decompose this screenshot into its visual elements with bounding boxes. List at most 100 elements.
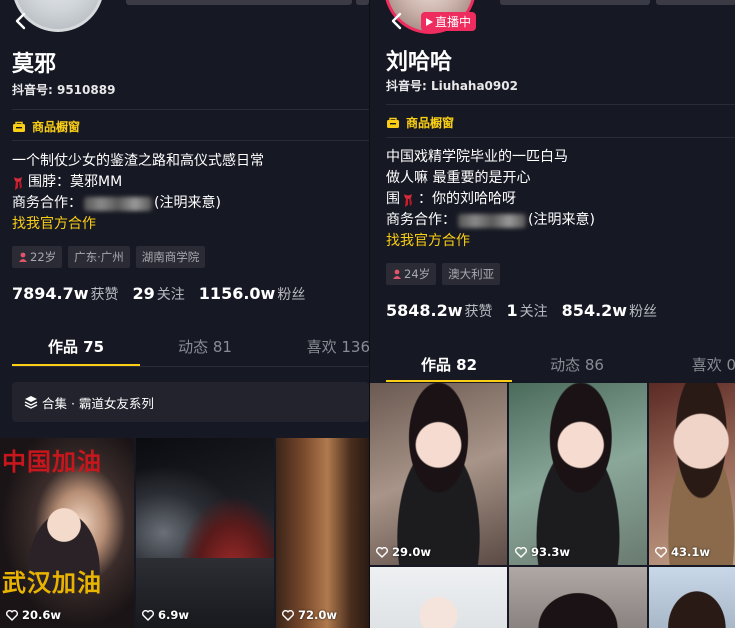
shop-window-link[interactable]: 商品橱窗 — [386, 114, 454, 131]
bio-weibo-prefix: 围 — [386, 191, 400, 207]
stat-likes-label: 获赞 — [464, 304, 493, 320]
official-cooperation-link[interactable]: 找我官方合作 — [12, 214, 264, 235]
stat-likes-label: 获赞 — [90, 287, 119, 303]
stat-followers[interactable]: 854.2w 粉丝 — [562, 301, 657, 321]
overlay-text-top: 中国加油 — [2, 447, 102, 476]
thumb-likes: 72.0w — [282, 608, 337, 622]
official-cooperation-link[interactable]: 找我官方合作 — [386, 231, 595, 252]
video-thumb[interactable]: 72.0w — [276, 438, 369, 628]
tag-age-label: 22岁 — [30, 250, 57, 264]
stat-following-label: 关注 — [519, 304, 548, 320]
right-profile-panel: 直播中 刘哈哈 抖音号: Liuhaha0902 商品橱窗 中国戏精学院毕业的一… — [369, 0, 735, 628]
tag-age: 24岁 — [386, 263, 437, 285]
stat-followers-num: 854.2w — [561, 301, 628, 320]
gender-female-icon — [19, 252, 27, 262]
stat-likes-num: 7894.7w — [12, 284, 89, 303]
video-thumb[interactable]: 93.3w — [509, 383, 647, 565]
video-thumb[interactable] — [370, 567, 507, 628]
profile-name: 刘哈哈 — [386, 50, 453, 75]
tab-moments[interactable]: 动态 81 — [140, 336, 270, 357]
thumb-likes: 93.3w — [515, 545, 570, 559]
bio-line: 做人嘛 最重要的是开心 — [386, 170, 531, 186]
live-play-icon — [426, 17, 433, 26]
stat-following-num: 29 — [132, 284, 155, 303]
thumb-likes: 20.6w — [6, 608, 61, 622]
tag-age: 22岁 — [12, 246, 63, 268]
layers-icon — [24, 396, 38, 409]
stat-likes-num: 5848.2w — [386, 301, 463, 320]
bio-line: 商务合作： (注明来意) — [386, 210, 595, 231]
redacted-contact — [458, 213, 526, 228]
bio: 一个制仗少女的鉴渣之路和高仪式感日常 围脖：莫邪MM 商务合作： (注明来意) … — [12, 151, 264, 235]
tab-likes[interactable]: 喜欢 0 — [642, 354, 735, 375]
bio-line: 中国戏精学院毕业的一匹白马 — [386, 149, 568, 165]
tab-likes[interactable]: 喜欢 136 — [270, 336, 369, 357]
content-tabs: 作品 82 动态 86 喜欢 0 — [386, 354, 735, 375]
bio-business-prefix: 商务合作： — [12, 195, 82, 211]
live-badge-label: 直播中 — [435, 15, 472, 29]
tab-moments[interactable]: 动态 86 — [512, 354, 642, 375]
thumb-likes: 29.0w — [376, 545, 431, 559]
left-profile-panel: 莫邪 抖音号: 9510889 商品橱窗 一个制仗少女的鉴渣之路和高仪式感日常 … — [0, 0, 369, 628]
back-button[interactable] — [386, 10, 408, 32]
shop-window-label: 商品橱窗 — [32, 120, 81, 134]
divider — [12, 366, 369, 367]
redacted-contact — [84, 196, 152, 211]
heart-icon — [655, 546, 667, 558]
bio-line: 围 ：你的刘哈哈呀 — [386, 189, 595, 210]
bio-business-suffix: (注明来意) — [528, 212, 595, 228]
stats-row: 7894.7w 获赞 29 关注 1156.0w 粉丝 — [12, 284, 305, 304]
stat-following[interactable]: 29 关注 — [133, 284, 185, 304]
tag-age-label: 24岁 — [404, 267, 431, 281]
top-banner-strip-2 — [656, 0, 735, 5]
tab-works[interactable]: 作品 82 — [386, 354, 512, 375]
heart-icon — [515, 546, 527, 558]
thumb-likes-count: 6.9w — [158, 608, 189, 622]
thumb-likes: 43.1w — [655, 545, 710, 559]
tab-works[interactable]: 作品 75 — [12, 336, 140, 357]
overlay-text-bottom: 武汉加油 — [2, 568, 102, 597]
stat-following-label: 关注 — [156, 287, 185, 303]
video-thumb[interactable]: 43.1w — [649, 383, 735, 565]
video-thumb[interactable]: 29.0w — [370, 383, 507, 565]
shop-window-icon — [387, 117, 399, 128]
scarf-icon — [404, 193, 412, 207]
shop-window-label: 商品橱窗 — [406, 116, 455, 130]
video-thumb[interactable]: 6.9w — [136, 438, 274, 628]
video-thumb[interactable] — [509, 567, 647, 628]
stat-likes[interactable]: 7894.7w 获赞 — [12, 284, 119, 304]
stats-row: 5848.2w 获赞 1 关注 854.2w 粉丝 — [386, 301, 657, 321]
shop-window-icon — [13, 121, 25, 132]
bio-weibo: 围脖：莫邪MM — [28, 174, 123, 190]
divider — [12, 109, 369, 110]
thumb-likes: 6.9w — [142, 608, 189, 622]
bio-business-prefix: 商务合作： — [386, 212, 456, 228]
live-badge[interactable]: 直播中 — [421, 12, 477, 31]
thumb-likes-count: 43.1w — [671, 545, 710, 559]
stat-likes[interactable]: 5848.2w 获赞 — [386, 301, 493, 321]
collection-bar[interactable]: 合集 · 霸道女友系列 — [12, 382, 369, 422]
back-arrow-icon — [391, 12, 402, 30]
stat-followers[interactable]: 1156.0w 粉丝 — [199, 284, 306, 304]
tag-location: 澳大利亚 — [442, 263, 501, 285]
tag-school: 湖南商学院 — [135, 246, 206, 268]
back-button[interactable] — [10, 10, 32, 32]
bio-line: 一个制仗少女的鉴渣之路和高仪式感日常 — [12, 153, 264, 169]
stat-followers-label: 粉丝 — [277, 287, 306, 303]
heart-icon — [6, 609, 18, 621]
profile-name: 莫邪 — [12, 52, 57, 77]
thumb-likes-count: 72.0w — [298, 608, 337, 622]
top-banner-strip — [126, 0, 352, 5]
shop-window-link[interactable]: 商品橱窗 — [12, 118, 80, 135]
bio-business-suffix: (注明来意) — [154, 195, 221, 211]
content-tabs: 作品 75 动态 81 喜欢 136 — [12, 336, 369, 357]
video-thumb[interactable] — [649, 567, 735, 628]
stat-following[interactable]: 1 关注 — [507, 301, 548, 321]
scarf-icon — [14, 176, 22, 190]
video-thumb[interactable]: 中国加油 武汉加油 20.6w — [0, 438, 134, 628]
tag-list: 22岁 广东·广州 湖南商学院 — [12, 246, 206, 268]
bio-weibo-suffix: ：你的刘哈哈呀 — [418, 191, 516, 207]
douyin-id: 抖音号: 9510889 — [12, 83, 116, 97]
top-banner-strip-2 — [356, 0, 369, 5]
tag-location: 广东·广州 — [68, 246, 130, 268]
